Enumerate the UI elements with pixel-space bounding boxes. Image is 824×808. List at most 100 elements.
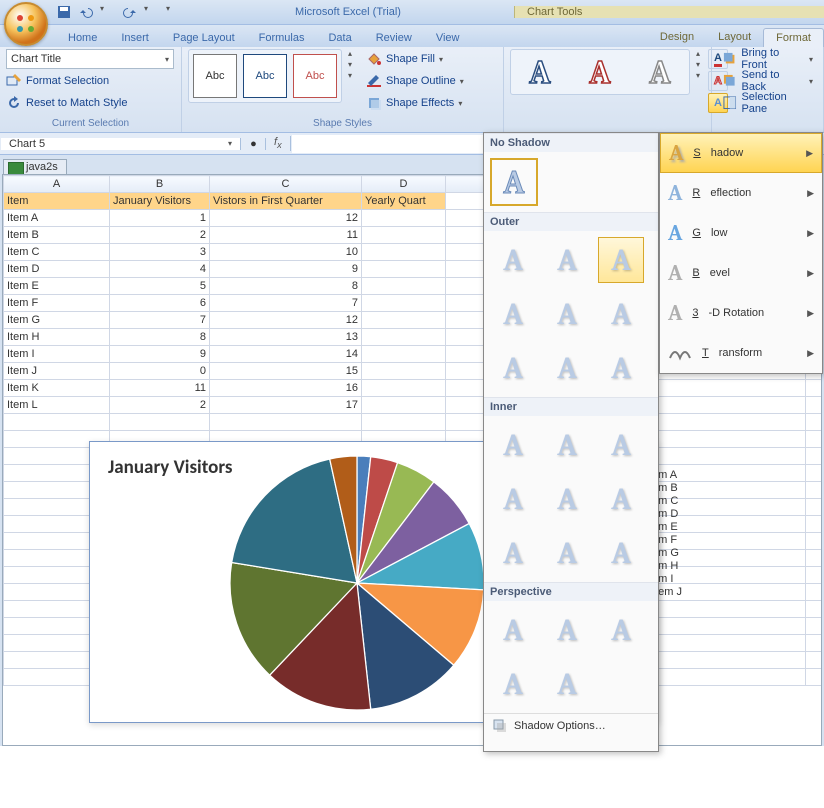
cell[interactable]: Vistors in First Quarter (210, 193, 362, 210)
cell[interactable]: Yearly Quart (362, 193, 446, 210)
cell[interactable]: Item G (4, 312, 110, 329)
cell[interactable]: Item B (4, 227, 110, 244)
cell[interactable]: 0 (110, 363, 210, 380)
cell[interactable]: 3 (110, 244, 210, 261)
wordart-style-gallery[interactable]: A A A (510, 49, 690, 95)
text-effect-shadow[interactable]: AShadow▶ (660, 133, 822, 173)
cell[interactable] (362, 261, 446, 278)
shadow-preset[interactable]: A (490, 661, 536, 707)
text-effect--d-rotation[interactable]: A3-D Rotation▶ (660, 293, 822, 333)
name-box[interactable]: Chart 5▾ (1, 138, 241, 150)
cell[interactable]: 14 (210, 346, 362, 363)
chart-element-selector[interactable]: Chart Title▾ (6, 49, 174, 69)
cell[interactable]: Item L (4, 397, 110, 414)
shadow-preset[interactable]: A (544, 291, 590, 337)
wordart-style-2[interactable]: A (573, 52, 627, 92)
redo-icon[interactable] (122, 4, 138, 20)
cell[interactable]: Item J (4, 363, 110, 380)
cell[interactable]: Item F (4, 295, 110, 312)
cell[interactable]: 16 (210, 380, 362, 397)
shape-fill-button[interactable]: Shape Fill▾ (362, 49, 468, 69)
shadow-preset[interactable]: A (490, 422, 536, 468)
shadow-none[interactable]: A (490, 158, 538, 206)
tab-data[interactable]: Data (316, 29, 363, 47)
shadow-preset[interactable]: A (490, 607, 536, 653)
shape-style-3[interactable]: Abc (293, 54, 337, 98)
cell[interactable]: 12 (210, 210, 362, 227)
cell[interactable]: Item K (4, 380, 110, 397)
shape-outline-button[interactable]: Shape Outline▾ (362, 71, 468, 91)
shadow-preset[interactable]: A (544, 661, 590, 707)
cell[interactable]: Item D (4, 261, 110, 278)
shape-gallery-up-icon[interactable]: ▴ (348, 49, 352, 58)
cell[interactable]: Item H (4, 329, 110, 346)
cell[interactable]: 17 (210, 397, 362, 414)
cancel-icon[interactable]: ● (242, 138, 266, 150)
cell[interactable]: 11 (210, 227, 362, 244)
col-header-A[interactable]: A (4, 176, 110, 193)
cell[interactable] (362, 329, 446, 346)
cell[interactable]: 9 (210, 261, 362, 278)
shape-style-1[interactable]: Abc (193, 54, 237, 98)
col-header-B[interactable]: B (110, 176, 210, 193)
tab-home[interactable]: Home (56, 29, 109, 47)
cell[interactable]: 2 (110, 397, 210, 414)
cell[interactable] (362, 227, 446, 244)
shadow-preset[interactable]: A (544, 345, 590, 391)
shape-effects-button[interactable]: Shape Effects▾ (362, 93, 468, 113)
shape-style-gallery[interactable]: Abc Abc Abc (188, 49, 342, 103)
tab-layout[interactable]: Layout (706, 28, 763, 47)
cell[interactable] (362, 210, 446, 227)
col-header-D[interactable]: D (362, 176, 446, 193)
shadow-options-button[interactable]: Shadow Options… (484, 713, 658, 738)
cell[interactable] (362, 397, 446, 414)
shadow-preset[interactable]: A (490, 237, 536, 283)
cell[interactable]: Item A (4, 210, 110, 227)
cell[interactable] (362, 278, 446, 295)
cell[interactable]: Item E (4, 278, 110, 295)
cell[interactable] (362, 295, 446, 312)
cell[interactable] (362, 363, 446, 380)
cell[interactable] (362, 244, 446, 261)
save-icon[interactable] (56, 4, 72, 20)
shadow-preset[interactable]: A (598, 607, 644, 653)
text-effect-bevel[interactable]: ABevel▶ (660, 253, 822, 293)
reset-style-button[interactable]: Reset to Match Style (6, 95, 128, 111)
cell[interactable]: Item I (4, 346, 110, 363)
selection-pane-button[interactable]: Selection Pane (718, 93, 817, 113)
text-effect-reflection[interactable]: AReflection▶ (660, 173, 822, 213)
cell[interactable] (362, 380, 446, 397)
cell[interactable]: 1 (110, 210, 210, 227)
tab-formulas[interactable]: Formulas (247, 29, 317, 47)
cell[interactable] (362, 312, 446, 329)
cell[interactable]: 7 (210, 295, 362, 312)
wordart-gallery-down-icon[interactable]: ▾ (696, 60, 700, 69)
wordart-style-3[interactable]: A (633, 52, 687, 92)
fx-icon[interactable]: fx (266, 136, 291, 150)
cell[interactable]: 12 (210, 312, 362, 329)
cell[interactable]: 2 (110, 227, 210, 244)
cell[interactable]: 9 (110, 346, 210, 363)
cell[interactable]: Item (4, 193, 110, 210)
undo-icon[interactable] (78, 4, 94, 20)
cell[interactable]: 4 (110, 261, 210, 278)
redo-more-icon[interactable]: ▾ (144, 4, 160, 20)
cell[interactable]: 15 (210, 363, 362, 380)
tab-design[interactable]: Design (648, 28, 706, 47)
cell[interactable]: Item C (4, 244, 110, 261)
shadow-preset[interactable]: A (544, 476, 590, 522)
cell[interactable]: 6 (110, 295, 210, 312)
qat-customize-icon[interactable]: ▾ (166, 4, 182, 20)
shadow-preset[interactable]: A (598, 476, 644, 522)
cell[interactable] (362, 346, 446, 363)
cell[interactable]: 10 (210, 244, 362, 261)
shape-gallery-down-icon[interactable]: ▾ (348, 60, 352, 69)
tab-insert[interactable]: Insert (109, 29, 161, 47)
tab-page-layout[interactable]: Page Layout (161, 29, 247, 47)
cell[interactable]: 5 (110, 278, 210, 295)
tab-review[interactable]: Review (364, 29, 424, 47)
shadow-preset[interactable]: A (544, 607, 590, 653)
text-effect-glow[interactable]: AGlow▶ (660, 213, 822, 253)
shape-style-2[interactable]: Abc (243, 54, 287, 98)
col-header-C[interactable]: C (210, 176, 362, 193)
